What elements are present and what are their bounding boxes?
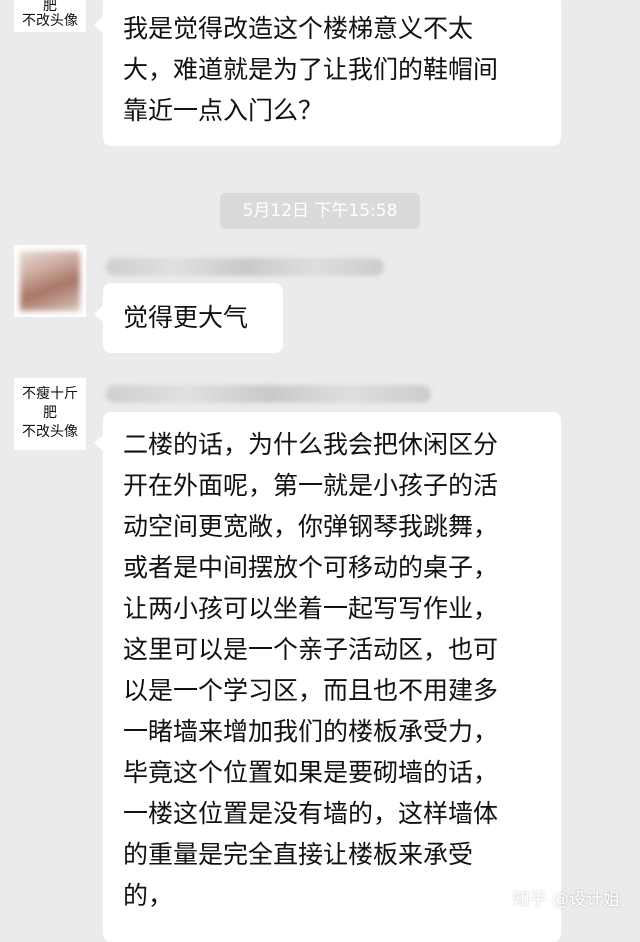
avatar-text: 肥 — [43, 0, 57, 14]
message-line: 的， — [123, 881, 174, 910]
avatar-text: 不改头像 — [22, 424, 78, 440]
avatar[interactable]: 肥 不改头像 — [14, 0, 86, 32]
message-line: 这里可以是一个亲子活动区，也可 — [123, 635, 499, 664]
avatar-text: 不改头像 — [22, 13, 78, 29]
avatar-text: 肥 — [43, 405, 57, 421]
message-line: 毕竟这个位置如果是要砌墙的话， — [123, 758, 499, 787]
sender-name-blurred — [106, 385, 431, 403]
sender-name-blurred — [106, 258, 384, 276]
message-line: 我是觉得改造这个楼梯意义不太 — [123, 14, 474, 43]
avatar[interactable]: 不瘦十斤 肥 不改头像 — [14, 378, 86, 450]
message-line: 或者是中间摆放个可移动的桌子， — [123, 553, 499, 582]
avatar-photo — [20, 251, 80, 311]
avatar[interactable] — [14, 245, 86, 317]
message-line: 以是一个学习区，而且也不用建多 — [123, 676, 499, 705]
avatar-text: 不瘦十斤 — [22, 386, 78, 402]
message-line: 二楼的话，为什么我会把休闲区分 — [123, 430, 499, 459]
message-line: 让两小孩可以坐着一起写写作业， — [123, 594, 499, 623]
timestamp: 5月12日 下午15:58 — [220, 193, 420, 229]
message-line: 觉得更大气 — [123, 303, 249, 332]
message-line: 靠近一点入门么？ — [123, 96, 324, 125]
message-line: 大，难道就是为了让我们的鞋帽间 — [123, 55, 499, 84]
message-line: 开在外面呢，第一就是小孩子的活 — [123, 471, 499, 500]
message-bubble[interactable]: 二楼的话，为什么我会把休闲区分 开在外面呢，第一就是小孩子的活 动空间更宽敞，你… — [94, 412, 561, 942]
message-line: 动空间更宽敞，你弹钢琴我跳舞， — [123, 512, 499, 541]
message-bubble[interactable]: 觉得更大气 — [94, 283, 283, 353]
message-line: 一睹墙来增加我们的楼板承受力， — [123, 717, 499, 746]
message-bubble[interactable]: 我是觉得改造这个楼梯意义不太 大，难道就是为了让我们的鞋帽间 靠近一点入门么？ — [94, 0, 561, 146]
watermark: 知乎 @设计姐 — [512, 890, 620, 910]
message-line: 一楼这位置是没有墙的，这样墙体 — [123, 799, 499, 828]
message-line: 的重量是完全直接让楼板来承受 — [123, 840, 474, 869]
